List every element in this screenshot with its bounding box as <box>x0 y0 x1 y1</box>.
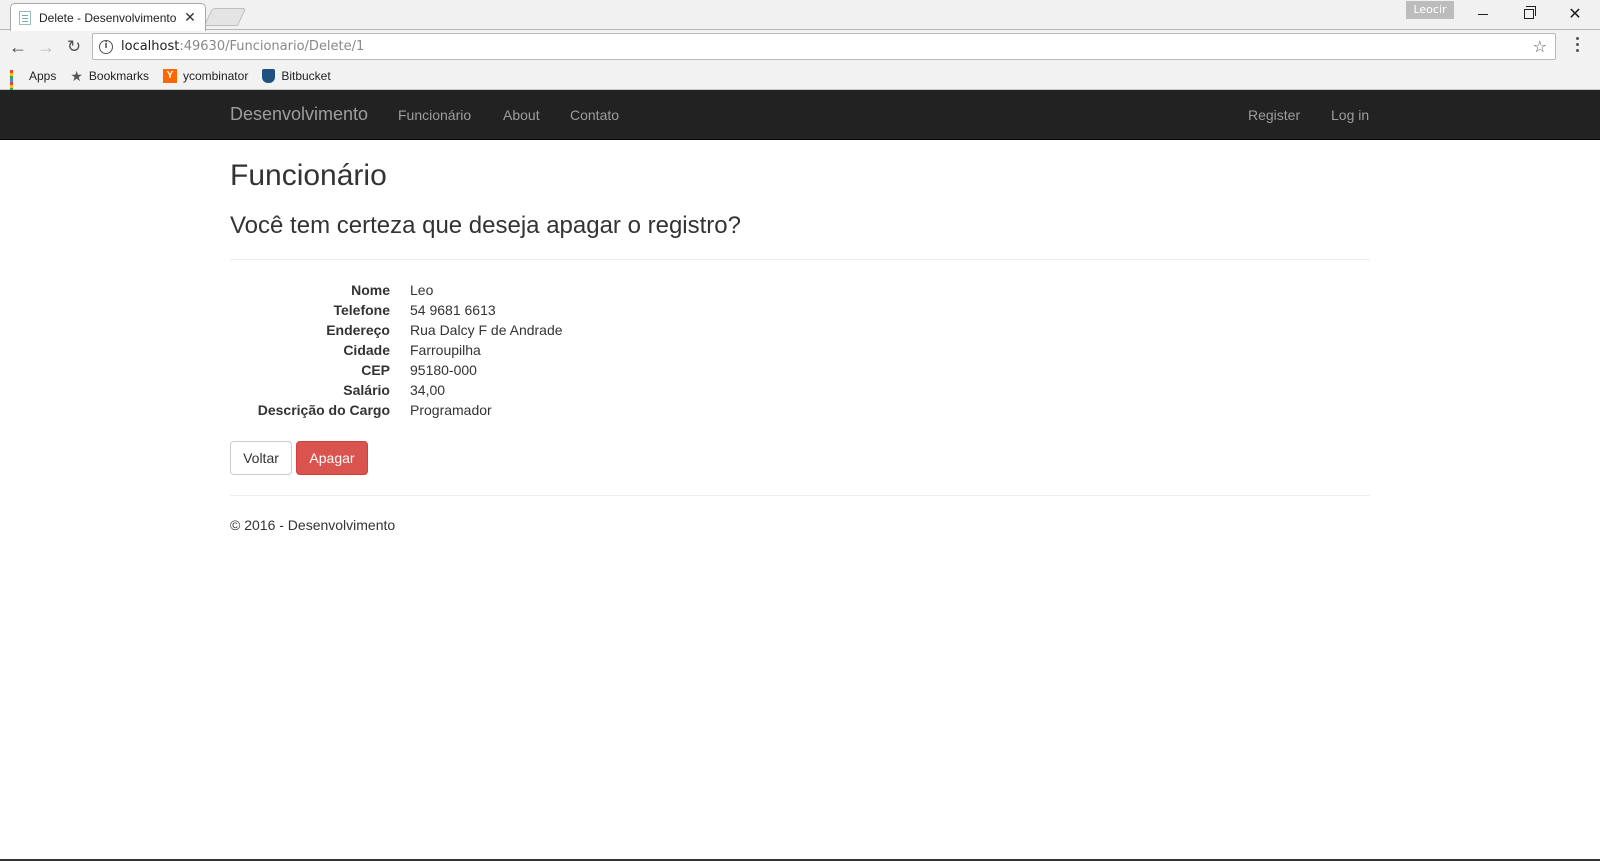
minimize-button[interactable] <box>1460 0 1506 28</box>
nav-link-about[interactable]: About <box>503 107 540 123</box>
detail-row-nome: Nome Leo <box>230 280 1370 300</box>
nav-link-login[interactable]: Log in <box>1331 107 1369 123</box>
minimize-icon <box>1478 13 1488 15</box>
page-title: Funcionário <box>230 159 387 192</box>
back-button[interactable]: Voltar <box>230 441 292 475</box>
detail-label: CEP <box>361 362 390 378</box>
restore-icon <box>1524 6 1536 19</box>
profile-badge[interactable]: Leocir <box>1406 1 1454 19</box>
address-bar[interactable]: i localhost:49630/Funcionario/Delete/1 ☆ <box>92 33 1556 60</box>
ycombinator-icon: Y <box>162 69 177 83</box>
url-host: localhost <box>121 39 180 54</box>
restore-button[interactable] <box>1506 0 1552 28</box>
detail-row-salario: Salário 34,00 <box>230 380 1370 400</box>
bookmark-label: ycombinator <box>182 69 249 83</box>
detail-label: Salário <box>343 382 390 398</box>
navbar-brand[interactable]: Desenvolvimento <box>230 104 368 125</box>
detail-value: Leo <box>410 282 434 298</box>
back-arrow-icon[interactable]: ← <box>4 34 32 60</box>
star-icon: ★ <box>70 67 83 84</box>
bookmark-star-icon[interactable]: ☆ <box>1533 37 1547 56</box>
confirm-question: Você tem certeza que deseja apagar o reg… <box>230 212 741 239</box>
bookmark-bookmarks[interactable]: ★ Bookmarks <box>70 68 149 85</box>
detail-value: Programador <box>410 402 492 418</box>
bookmark-label: Bookmarks <box>88 69 149 83</box>
detail-label: Nome <box>351 282 390 298</box>
bookmark-ycombinator[interactable]: Y ycombinator <box>162 69 249 83</box>
apps-icon <box>10 69 23 97</box>
delete-button[interactable]: Apagar <box>296 441 368 475</box>
detail-label: Endereço <box>326 322 390 338</box>
detail-value: Farroupilha <box>410 342 481 358</box>
nav-link-contato[interactable]: Contato <box>570 107 619 123</box>
nav-link-register[interactable]: Register <box>1248 107 1300 123</box>
info-icon[interactable]: i <box>99 39 113 54</box>
detail-value: 54 9681 6613 <box>410 302 496 318</box>
details-list: Nome Leo Telefone 54 9681 6613 Endereço … <box>230 280 1370 420</box>
tab-title: Delete - Desenvolvimento <box>39 10 177 25</box>
divider <box>230 495 1370 496</box>
detail-label: Descrição do Cargo <box>257 402 390 418</box>
close-tab-icon[interactable]: ✕ <box>183 9 197 26</box>
bookmark-label: Bitbucket <box>281 69 331 83</box>
browser-titlebar: Delete - Desenvolvimento ✕ Leocir ✕ <box>0 0 1600 31</box>
detail-value: 95180-000 <box>410 362 477 378</box>
new-tab-button[interactable] <box>203 8 247 26</box>
close-window-button[interactable]: ✕ <box>1552 0 1598 28</box>
detail-label: Cidade <box>343 342 390 358</box>
detail-row-cep: CEP 95180-000 <box>230 360 1370 380</box>
detail-row-cargo: Descrição do Cargo Programador <box>230 400 1370 420</box>
page-icon <box>19 10 31 25</box>
url-path: :49630/Funcionario/Delete/1 <box>179 39 365 54</box>
bookmarks-bar: Apps ★ Bookmarks Y ycombinator Bitbucket <box>0 63 1600 97</box>
browser-toolbar: ← → ↻ i localhost:49630/Funcionario/Dele… <box>0 30 1600 63</box>
browser-tab[interactable]: Delete - Desenvolvimento ✕ <box>10 3 206 31</box>
footer-text: © 2016 - Desenvolvimento <box>230 517 396 533</box>
bookmark-apps[interactable]: Apps <box>10 69 57 97</box>
divider <box>230 259 1370 260</box>
detail-value: 34,00 <box>410 382 446 398</box>
detail-row-telefone: Telefone 54 9681 6613 <box>230 300 1370 320</box>
nav-link-funcionario[interactable]: Funcionário <box>398 107 471 123</box>
reload-icon[interactable]: ↻ <box>60 34 88 60</box>
bookmark-label: Apps <box>29 69 57 83</box>
detail-value: Rua Dalcy F de Andrade <box>410 322 563 338</box>
bookmark-bitbucket[interactable]: Bitbucket <box>262 69 331 83</box>
browser-menu-icon[interactable] <box>1576 37 1580 57</box>
detail-label: Telefone <box>333 302 390 318</box>
site-navbar: Desenvolvimento Funcionário About Contat… <box>0 90 1600 140</box>
forward-arrow-icon[interactable]: → <box>32 34 60 60</box>
detail-row-endereco: Endereço Rua Dalcy F de Andrade <box>230 320 1370 340</box>
detail-row-cidade: Cidade Farroupilha <box>230 340 1370 360</box>
bitbucket-icon <box>262 69 276 83</box>
